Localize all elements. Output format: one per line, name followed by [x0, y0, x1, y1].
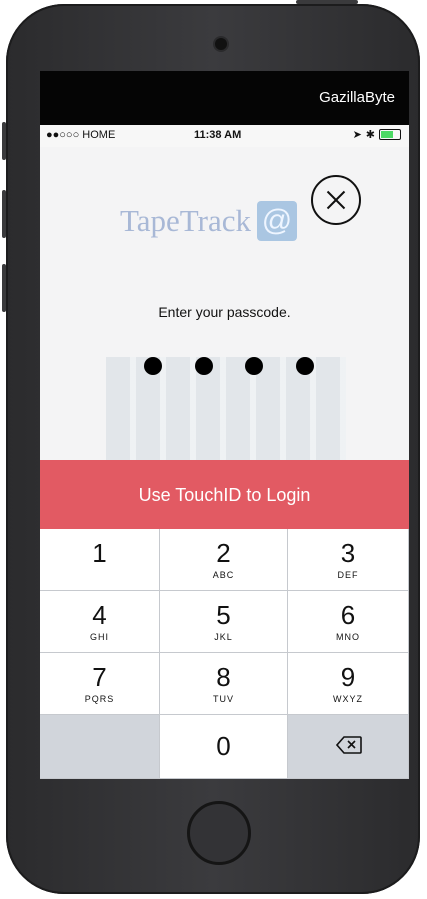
- backspace-icon: [336, 736, 362, 754]
- backspace-button[interactable]: [288, 715, 409, 779]
- touch-id-login-button[interactable]: Use TouchID to Login: [40, 460, 409, 529]
- key-8[interactable]: 8 TUV: [160, 653, 288, 715]
- home-button[interactable]: [187, 801, 251, 865]
- numeric-keypad: 1 2 ABC 3 DEF 4 GHI 5 JKL 6 MNO 7 PQRS 8 TUV 9 W…: [40, 529, 409, 779]
- power-button: [296, 0, 358, 4]
- key-number: 6: [340, 600, 356, 630]
- key-5[interactable]: 5 JKL: [160, 591, 288, 653]
- passcode-dot: [295, 357, 314, 375]
- key-empty: [40, 715, 160, 779]
- app-screen: GazillaByte ●●○○○ HOME 11:38 AM ➤ ✱ Tape…: [40, 71, 409, 779]
- close-button[interactable]: [311, 175, 361, 225]
- volume-down-button: [2, 264, 6, 312]
- key-0[interactable]: 0: [160, 715, 288, 779]
- status-bar: ●●○○○ HOME 11:38 AM ➤ ✱: [40, 125, 409, 147]
- key-letters: MNO: [336, 632, 360, 642]
- bluetooth-icon: ✱: [365, 129, 375, 141]
- key-4[interactable]: 4 GHI: [40, 591, 160, 653]
- app-top-bar: GazillaByte: [40, 71, 409, 125]
- key-6[interactable]: 6 MNO: [288, 591, 409, 653]
- status-icons: ➤ ✱: [353, 128, 401, 141]
- key-number: 3: [340, 538, 356, 568]
- key-letters: PQRS: [84, 694, 115, 704]
- passcode-dot: [245, 357, 264, 375]
- front-camera: [215, 38, 227, 50]
- key-7[interactable]: 7 PQRS: [40, 653, 160, 715]
- passcode-dots: [144, 357, 314, 377]
- key-letters: ABC: [212, 570, 235, 580]
- key-number: 9: [340, 662, 356, 692]
- phone-device: GazillaByte ●●○○○ HOME 11:38 AM ➤ ✱ Tape…: [2, 0, 420, 894]
- passcode-prompt: Enter your passcode.: [158, 304, 291, 320]
- key-number: 2: [216, 538, 231, 568]
- volume-up-button: [2, 190, 6, 238]
- battery-icon: [379, 129, 401, 140]
- at-symbol-logo-icon: @: [256, 201, 297, 241]
- key-letters: JKL: [214, 632, 233, 642]
- location-icon: ➤: [352, 129, 362, 141]
- key-number: 7: [92, 662, 107, 692]
- key-letters: TUV: [213, 694, 234, 704]
- key-letters: WXYZ: [333, 694, 363, 704]
- mute-switch: [2, 122, 6, 160]
- passcode-dot: [194, 357, 213, 375]
- key-letters: DEF: [337, 570, 359, 580]
- key-number: 5: [216, 600, 231, 630]
- logo-text: TapeTrack: [120, 203, 251, 238]
- key-number: 0: [216, 731, 231, 761]
- key-9[interactable]: 9 WXYZ: [288, 653, 409, 715]
- key-letters: GHI: [89, 632, 109, 642]
- brand-label: GazillaByte: [319, 89, 395, 106]
- key-2[interactable]: 2 ABC: [160, 529, 288, 591]
- key-number: 1: [92, 538, 107, 568]
- key-3[interactable]: 3 DEF: [288, 529, 409, 591]
- key-number: 8: [216, 662, 231, 692]
- key-number: 4: [92, 600, 107, 630]
- key-1[interactable]: 1: [40, 529, 160, 591]
- passcode-dot: [144, 357, 162, 375]
- tapetrack-logo: TapeTrack @: [120, 201, 297, 241]
- status-time: 11:38 AM: [194, 129, 242, 141]
- carrier-label: ●●○○○ HOME: [46, 129, 116, 141]
